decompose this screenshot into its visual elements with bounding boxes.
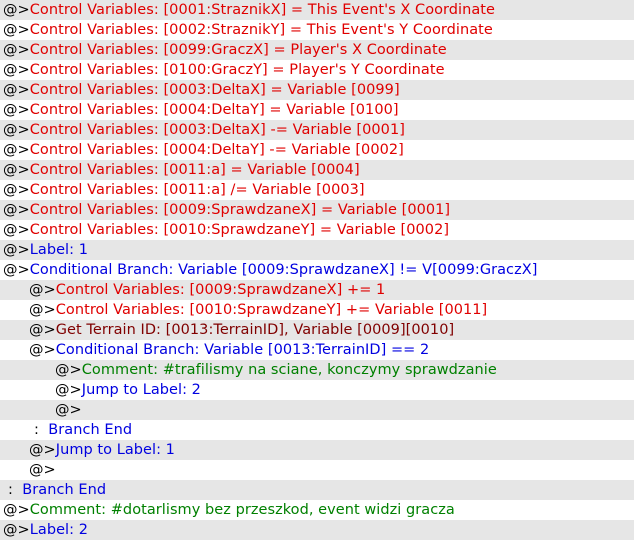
command-row[interactable]: @>Control Variables: [0100:GraczY] = Pla… [0,60,634,80]
command-row[interactable]: @>Jump to Label: 2 [0,380,634,400]
command-marker: @> [3,122,30,138]
command-text: Control Variables: [0010:SprawdzaneY] +=… [55,302,488,318]
command-marker: @> [29,282,56,298]
command-text: Control Variables: [0004:DeltaY] = Varia… [29,102,399,118]
command-text: Control Variables: [0011:a] /= Variable … [29,182,365,198]
command-row[interactable]: @>Control Variables: [0001:StraznikX] = … [0,0,634,20]
command-row[interactable]: @>Control Variables: [0009:SprawdzaneX] … [0,280,634,300]
command-text: Control Variables: [0003:DeltaX] -= Vari… [29,122,405,138]
command-text: Jump to Label: 1 [55,442,175,458]
command-marker: @> [3,22,30,38]
command-text: Control Variables: [0010:SprawdzaneY] = … [29,222,450,238]
command-text: Conditional Branch: Variable [0013:Terra… [55,342,430,358]
command-text: Control Variables: [0100:GraczY] = Playe… [29,62,445,78]
command-row[interactable]: @>Control Variables: [0002:StraznikY] = … [0,20,634,40]
command-marker: @> [29,442,56,458]
command-text: Comment: #trafilismy na sciane, konczymy… [81,362,497,378]
command-text: Branch End [48,422,133,438]
branch-end-marker: : [8,482,23,498]
command-row[interactable]: @>Control Variables: [0011:a] = Variable… [0,160,634,180]
command-row[interactable]: : Branch End [0,480,634,500]
event-command-list[interactable]: @>Control Variables: [0001:StraznikX] = … [0,0,634,540]
command-row[interactable]: @> [0,460,634,480]
command-text: Control Variables: [0002:StraznikY] = Th… [29,22,493,38]
command-text: Control Variables: [0001:StraznikX] = Th… [29,2,496,18]
command-row[interactable]: @>Control Variables: [0010:SprawdzaneY] … [0,300,634,320]
command-row[interactable]: @>Control Variables: [0010:SprawdzaneY] … [0,220,634,240]
command-row[interactable]: @>Control Variables: [0099:GraczX] = Pla… [0,40,634,60]
command-marker: @> [3,262,30,278]
command-marker: @> [3,2,30,18]
command-text: Control Variables: [0009:SprawdzaneX] = … [29,202,451,218]
command-text: Label: 2 [29,522,88,538]
command-marker: @> [3,142,30,158]
command-row[interactable]: @>Control Variables: [0004:DeltaY] = Var… [0,100,634,120]
command-marker: @> [3,102,30,118]
command-row[interactable]: @>Control Variables: [0004:DeltaY] -= Va… [0,140,634,160]
command-row[interactable]: : Branch End [0,420,634,440]
command-row[interactable]: @>Control Variables: [0009:SprawdzaneX] … [0,200,634,220]
command-row[interactable]: @>Control Variables: [0003:DeltaX] = Var… [0,80,634,100]
command-text: Get Terrain ID: [0013:TerrainID], Variab… [55,322,455,338]
command-marker: @> [3,42,30,58]
command-marker: @> [3,222,30,238]
command-row[interactable]: @>Conditional Branch: Variable [0013:Ter… [0,340,634,360]
command-row[interactable]: @>Control Variables: [0011:a] /= Variabl… [0,180,634,200]
command-text: Jump to Label: 2 [81,382,201,398]
command-text: Control Variables: [0003:DeltaX] = Varia… [29,82,400,98]
command-marker: @> [29,342,56,358]
command-marker: @> [3,62,30,78]
command-marker: @> [3,502,30,518]
command-text: Comment: #dotarlismy bez przeszkod, even… [29,502,455,518]
command-text: Branch End [22,482,107,498]
command-row[interactable]: @>Label: 1 [0,240,634,260]
command-text: Control Variables: [0011:a] = Variable [… [29,162,360,178]
command-marker: @> [3,522,30,538]
command-marker: @> [29,302,56,318]
command-marker: @> [3,82,30,98]
command-marker: @> [29,322,56,338]
command-text: Label: 1 [29,242,88,258]
command-text: Control Variables: [0009:SprawdzaneX] +=… [55,282,386,298]
command-marker: @> [55,382,82,398]
command-row[interactable]: @>Conditional Branch: Variable [0009:Spr… [0,260,634,280]
command-text: Control Variables: [0099:GraczX] = Playe… [29,42,447,58]
command-text: Conditional Branch: Variable [0009:Spraw… [29,262,538,278]
command-row[interactable]: @>Comment: #trafilismy na sciane, konczy… [0,360,634,380]
command-row[interactable]: @>Get Terrain ID: [0013:TerrainID], Vari… [0,320,634,340]
command-row[interactable]: @>Jump to Label: 1 [0,440,634,460]
command-marker: @> [29,462,56,478]
command-marker: @> [3,242,30,258]
branch-end-marker: : [34,422,49,438]
command-row[interactable]: @> [0,400,634,420]
command-marker: @> [3,202,30,218]
command-row[interactable]: @>Control Variables: [0003:DeltaX] -= Va… [0,120,634,140]
command-row[interactable]: @>Label: 2 [0,520,634,540]
command-marker: @> [55,402,82,418]
command-marker: @> [3,162,30,178]
command-text: Control Variables: [0004:DeltaY] -= Vari… [29,142,404,158]
command-marker: @> [3,182,30,198]
command-marker: @> [55,362,82,378]
command-row[interactable]: @>Comment: #dotarlismy bez przeszkod, ev… [0,500,634,520]
